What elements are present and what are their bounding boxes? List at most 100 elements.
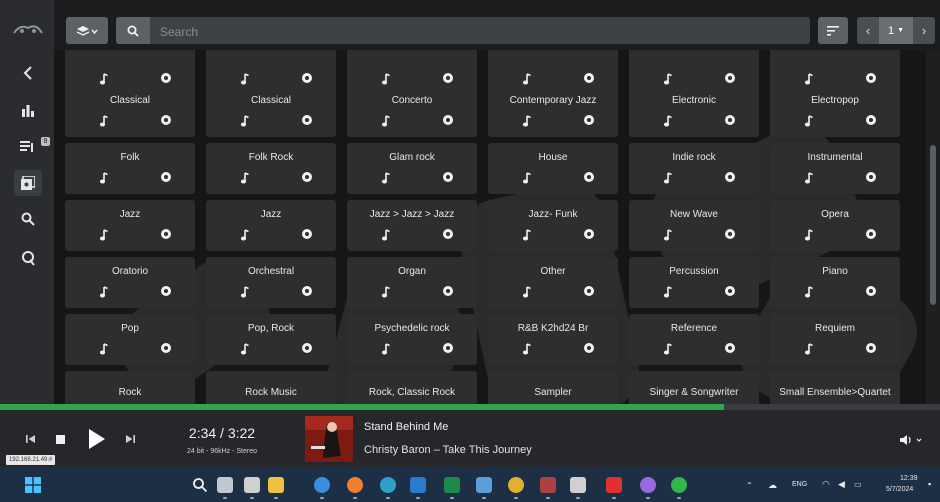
qobuz-button[interactable] <box>14 245 42 271</box>
genre-tile[interactable]: Concerto <box>347 86 477 137</box>
running-indicator <box>450 497 454 499</box>
app-icon[interactable] <box>640 477 656 493</box>
browser-icon[interactable] <box>244 477 260 493</box>
wifi-icon[interactable]: ◠ <box>822 479 830 490</box>
excel-icon[interactable] <box>444 477 460 493</box>
audio-format: 24 bit - 96kHz - Stereo <box>186 448 258 455</box>
speaker-icon[interactable]: ◀ <box>838 479 845 490</box>
sort-button[interactable] <box>818 17 848 44</box>
genre-tile[interactable]: R&B K2hd24 Br <box>488 314 618 365</box>
genre-tile[interactable]: Small Ensemble>Quartet <box>770 371 900 404</box>
file-explorer-icon[interactable] <box>268 477 284 493</box>
genre-tile[interactable]: New Wave <box>629 200 759 251</box>
genre-tile[interactable]: Classical <box>65 86 195 137</box>
genre-tile[interactable]: Glam rock <box>347 143 477 194</box>
play-button[interactable] <box>84 426 110 452</box>
previous-button[interactable] <box>24 432 38 446</box>
genre-tile[interactable]: Psychedelic rock <box>347 314 477 365</box>
genre-tile[interactable]: Instrumental <box>770 143 900 194</box>
genre-tile[interactable]: Rock, Classic Rock <box>347 371 477 404</box>
genre-tile[interactable]: Percussion <box>629 257 759 308</box>
firefox-icon[interactable] <box>347 477 363 493</box>
genre-tile[interactable]: Piano <box>770 257 900 308</box>
volume-button[interactable] <box>900 432 930 448</box>
genre-tile[interactable]: Oratorio <box>65 257 195 308</box>
library-button[interactable] <box>14 170 42 196</box>
genre-tile[interactable]: Requiem <box>770 314 900 365</box>
genre-tile[interactable]: Opera <box>770 200 900 251</box>
battery-icon[interactable]: ▭ <box>854 480 862 489</box>
genre-tile[interactable]: Folk Rock <box>206 143 336 194</box>
genre-tile[interactable]: Electronic <box>629 86 759 137</box>
genre-tile[interactable]: Classical <box>206 86 336 137</box>
edge-icon[interactable] <box>380 477 396 493</box>
queue-button[interactable] <box>14 133 42 159</box>
stats-button[interactable] <box>14 97 42 123</box>
network-icon[interactable] <box>476 477 492 493</box>
genre-tile[interactable]: Pop <box>65 314 195 365</box>
scroll-thumb[interactable] <box>930 145 936 305</box>
music-note-icon <box>663 286 672 298</box>
genre-tile[interactable]: Singer & Songwriter <box>629 371 759 404</box>
music-note-icon <box>99 343 108 355</box>
search-submit-button[interactable] <box>116 17 150 44</box>
genre-tile[interactable]: House <box>488 143 618 194</box>
genre-tile[interactable]: Sampler <box>488 371 618 404</box>
genre-name: Electronic <box>672 95 716 106</box>
genre-tile[interactable]: Rock <box>65 371 195 404</box>
genre-name: Concerto <box>391 95 433 106</box>
genre-tile[interactable]: Pop, Rock <box>206 314 336 365</box>
cloud-icon[interactable]: ☁ <box>768 480 777 491</box>
clock-time[interactable]: 12:39 <box>900 475 918 482</box>
genre-tile[interactable]: Reference <box>629 314 759 365</box>
language-indicator[interactable]: ENG <box>792 481 807 488</box>
genre-tile[interactable]: Organ <box>347 257 477 308</box>
genre-tile[interactable]: Jazz <box>65 200 195 251</box>
genre-name: Oratorio <box>111 266 149 277</box>
mail-icon[interactable] <box>410 477 426 493</box>
chrome-icon[interactable] <box>508 477 524 493</box>
search-button[interactable] <box>14 206 42 232</box>
track-title[interactable]: Stand Behind Me <box>364 421 448 433</box>
search-bar <box>116 17 810 44</box>
app-icon[interactable] <box>314 477 330 493</box>
notification-icon[interactable]: ▪ <box>928 479 931 489</box>
next-page-button[interactable]: › <box>913 17 935 44</box>
genre-tile[interactable]: Electropop <box>770 86 900 137</box>
genre-tile[interactable]: Folk <box>65 143 195 194</box>
album-art[interactable] <box>305 416 353 462</box>
start-icon[interactable] <box>25 477 41 493</box>
next-button[interactable] <box>123 432 137 446</box>
genre-tile[interactable]: Jazz > Jazz > Jazz <box>347 200 477 251</box>
genre-tile[interactable]: Contemporary Jazz <box>488 86 618 137</box>
disc-icon <box>302 115 312 125</box>
genre-name: House <box>538 152 568 163</box>
genre-tile[interactable]: Other <box>488 257 618 308</box>
view-mode-button[interactable] <box>66 17 108 44</box>
track-artist-album[interactable]: Christy Baron – Take This Journey <box>364 444 532 456</box>
search-input[interactable] <box>158 21 802 42</box>
genre-tile[interactable]: Jazz <box>206 200 336 251</box>
genre-tile[interactable]: Indie rock <box>629 143 759 194</box>
genre-tile[interactable]: Rock Music <box>206 371 336 404</box>
back-button[interactable] <box>14 60 42 86</box>
prev-page-button[interactable]: ‹ <box>857 17 879 44</box>
music-note-icon <box>663 115 672 127</box>
grid-scrollbar[interactable] <box>926 50 940 404</box>
genre-name: Opera <box>821 209 849 220</box>
spotify-icon[interactable] <box>671 477 687 493</box>
task-view-icon[interactable] <box>217 477 233 493</box>
genre-name: Psychedelic rock <box>374 323 450 334</box>
page-select[interactable]: 1 ▼ <box>879 17 913 44</box>
stop-button[interactable] <box>53 432 67 446</box>
paint-icon[interactable] <box>570 477 586 493</box>
clock-date[interactable]: 5/7/2024 <box>886 486 913 493</box>
running-indicator <box>514 497 518 499</box>
genre-tile[interactable]: Orchestral <box>206 257 336 308</box>
chevron-up-icon[interactable]: ⌃ <box>746 481 753 490</box>
search-icon[interactable] <box>192 477 208 493</box>
youtube-icon[interactable] <box>606 477 622 493</box>
genre-name: Requiem <box>814 323 856 334</box>
store-icon[interactable] <box>540 477 556 493</box>
genre-tile[interactable]: Jazz- Funk <box>488 200 618 251</box>
